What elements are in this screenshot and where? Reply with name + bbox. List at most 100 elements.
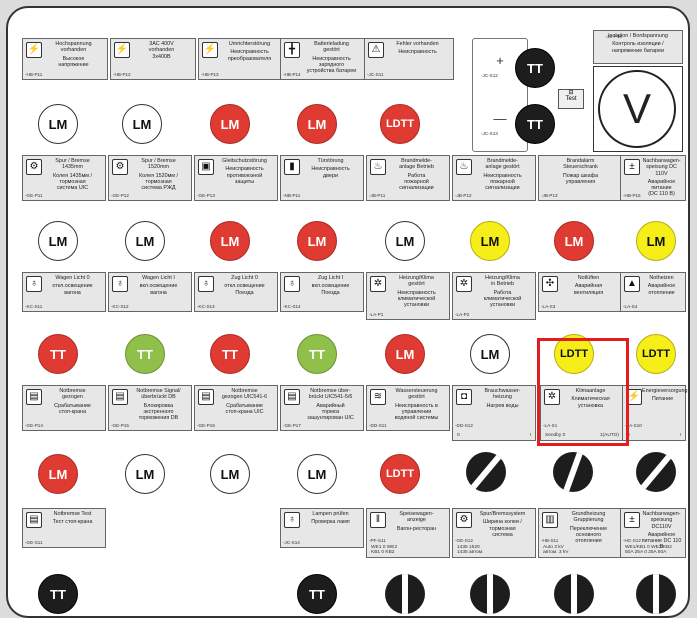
hvac-icon: ✲: [456, 276, 472, 292]
label-jc-s11: ⚠ Fehler vorhanden Неисправность -JC-S11: [364, 38, 454, 80]
knob-pointer: [653, 574, 659, 614]
lamp-r4-2[interactable]: LM: [125, 221, 165, 261]
lamp-r8-4[interactable]: LM: [297, 454, 337, 494]
label-kc-s12: ♁ Wagen Licht Iвкл.освещение вагона -KC-…: [108, 272, 192, 312]
wheelset-icon: ⚙: [112, 159, 128, 175]
lamp-r2-2[interactable]: LM: [122, 104, 162, 144]
label-ge-p14: ▤ Notbremse gezogen Срабатывание стоп-кра…: [22, 385, 106, 431]
label-nb-p11: ▮ Türstörung Неисправность двери -NB-P11: [280, 155, 364, 201]
battery-icon: ╋: [284, 42, 300, 58]
knob-pointer: [468, 452, 504, 492]
label-isolation: Isolation / Bordspannung Контроль изоляци…: [593, 30, 683, 64]
label-jb-p13: Brandalarm Steuerschrank Пожар шкафа упра…: [538, 155, 622, 201]
lamp-icon: ♁: [284, 276, 300, 292]
heater-icon: ▲: [624, 276, 640, 292]
lamp-r4-5[interactable]: LM: [385, 221, 425, 261]
lightning-icon: ⚡: [114, 42, 130, 58]
lamp-r4-7[interactable]: LM: [554, 221, 594, 261]
lamp-icon: ♁: [26, 276, 42, 292]
emergency-brake-icon: ▤: [284, 389, 300, 405]
gauge-brake-icon: ⚙: [456, 512, 472, 528]
label-hc-s12: ± Nachbarwagen- speisung DC110V Аварийное…: [620, 508, 686, 558]
label-hb-p14: ╋ Batterieladung gestört Неисправность за…: [280, 38, 366, 80]
lamp-icon: ♁: [112, 276, 128, 292]
lamp-r4-6[interactable]: LM: [470, 221, 510, 261]
lamp-test-icon: ♁: [284, 512, 300, 528]
rotary-switch-la-s10[interactable]: [636, 452, 676, 492]
label-ge-s11: ▤ Notbremse Test Тест стоп-крана -GE-S11: [22, 508, 106, 548]
label-hb-s11: ▥ Grundheizung Gruppierung Переключение о…: [538, 508, 622, 558]
emergency-brake-icon: ▤: [198, 389, 214, 405]
lamp-r2-4[interactable]: LM: [297, 104, 337, 144]
lamp-bot-1[interactable]: TT: [38, 574, 78, 614]
rotary-switch-ge-s12[interactable]: [470, 574, 510, 614]
high-voltage-icon: ⚡: [26, 42, 42, 58]
lamp-top-2[interactable]: TT: [515, 104, 555, 144]
label-kc-s13: ♁ Zug Licht 0 откл.освещение Поезда -KC-S…: [194, 272, 278, 312]
rotary-switch-dd-s12[interactable]: [466, 452, 506, 492]
heating-group-icon: ▥: [542, 512, 558, 528]
lamp-r8-1[interactable]: LM: [38, 454, 78, 494]
knob-pointer: [561, 452, 585, 492]
lamp-r2-1[interactable]: LM: [38, 104, 78, 144]
rotary-switch-hc-s12[interactable]: [636, 574, 676, 614]
rotary-switch-hb-s11[interactable]: [554, 574, 594, 614]
lamp-r6-1[interactable]: TT: [38, 334, 78, 374]
lamp-r2-5[interactable]: LDTT: [380, 104, 420, 144]
label-la-s3: ✣ Notlüften Аварийная вентиляция -LA-S3: [538, 272, 622, 312]
label-ge-p12: ⚙ Spur / Bremse 1520mm Колея 1520мм / тор…: [108, 155, 192, 201]
lamp-r4-3[interactable]: LM: [210, 221, 250, 261]
knob-pointer: [638, 452, 674, 492]
lamp-bot-2[interactable]: TT: [297, 574, 337, 614]
label-jb-p12: ♨ Brandmelde- anlage gestört Неисправност…: [452, 155, 536, 201]
lamp-icon: ♁: [198, 276, 214, 292]
lamp-r8-2[interactable]: LM: [125, 454, 165, 494]
label-la-s4: ▲ Notheizen Аварийное отопление -LA-S4: [620, 272, 686, 312]
control-panel: ⚡ Hochspannung vorhanden Высокое напряжен…: [6, 6, 690, 618]
label-kc-s14: ♁ Zug Licht Iвкл.освещение Поезда -KC-S1…: [280, 272, 364, 312]
power-supply-icon: ±: [624, 159, 640, 175]
water-icon: ≋: [370, 389, 386, 405]
rotary-switch-la-s1[interactable]: [553, 452, 593, 492]
lamp-r2-3[interactable]: LM: [210, 104, 250, 144]
lamp-r4-8[interactable]: LM: [636, 221, 676, 261]
rotary-switch-pf-s11[interactable]: [385, 574, 425, 614]
label-ge-p13: ▣ Gleitschutzstörung Неисправность против…: [194, 155, 278, 201]
voltmeter-dial: V: [598, 70, 676, 148]
label-la-p1: ✲ Heizung/Klima gestört Неисправность кли…: [366, 272, 450, 320]
lamp-r6-2[interactable]: TT: [125, 334, 165, 374]
label-pf-s11: ǁ Speisewagen- anzeige Вагон-ресторан -PF…: [366, 508, 450, 558]
test-button[interactable]: ⊟ Test: [558, 89, 584, 109]
label-dd-s11: ≋ Wassersteuerung gestört Неисправность в…: [366, 385, 450, 431]
lamp-r6-4[interactable]: TT: [297, 334, 337, 374]
lamp-r6-5[interactable]: LM: [385, 334, 425, 374]
emergency-brake-icon: ▤: [26, 389, 42, 405]
knob-pointer: [571, 574, 577, 614]
lamp-r6-3[interactable]: TT: [210, 334, 250, 374]
label-jb-p11: ♨ Brandmelde- anlage Betrieb Работа пожар…: [366, 155, 450, 201]
label-dd-s12: ◘ Brauchwasser- heizung Нагрев воды -DD-S…: [452, 385, 536, 441]
label-ge-p16: ▤ Notbremse gezogen UIC541-6 Срабатывание…: [194, 385, 278, 431]
fire-alarm-icon: ♨: [370, 159, 386, 175]
label-hb-p11: ⚡ Hochspannung vorhanden Высокое напряжен…: [22, 38, 108, 80]
knob-pointer: [487, 574, 493, 614]
voltmeter: V: [593, 66, 683, 152]
wheelset-icon: ⚙: [26, 159, 42, 175]
lamp-r8-3[interactable]: LM: [210, 454, 250, 494]
lamp-r6-8[interactable]: LDTT: [636, 334, 676, 374]
label-jc-s14: ♁ Lampen prüfen Проверка ламп -JC-S14: [280, 508, 364, 548]
power-supply-icon: ±: [624, 512, 640, 528]
lamp-r4-4[interactable]: LM: [297, 221, 337, 261]
highlight-box: [537, 338, 629, 446]
lamp-top-1[interactable]: TT: [515, 48, 555, 88]
fan-icon: ✣: [542, 276, 558, 292]
water-heater-icon: ◘: [456, 389, 472, 405]
label-ge-s12: ⚙ Spur/Bremssystem Ширина колеи / тормозн…: [452, 508, 536, 558]
fire-alarm-icon: ♨: [456, 159, 472, 175]
hvac-icon: ✲: [370, 276, 386, 292]
label-hb-p12: ⚡ 3AC 400V vorhanden 3x400В -HB-P12: [110, 38, 196, 80]
lamp-r4-1[interactable]: LM: [38, 221, 78, 261]
lamp-r8-5[interactable]: LDTT: [380, 454, 420, 494]
lamp-r6-6[interactable]: LM: [470, 334, 510, 374]
brake-test-icon: ▤: [26, 512, 42, 528]
